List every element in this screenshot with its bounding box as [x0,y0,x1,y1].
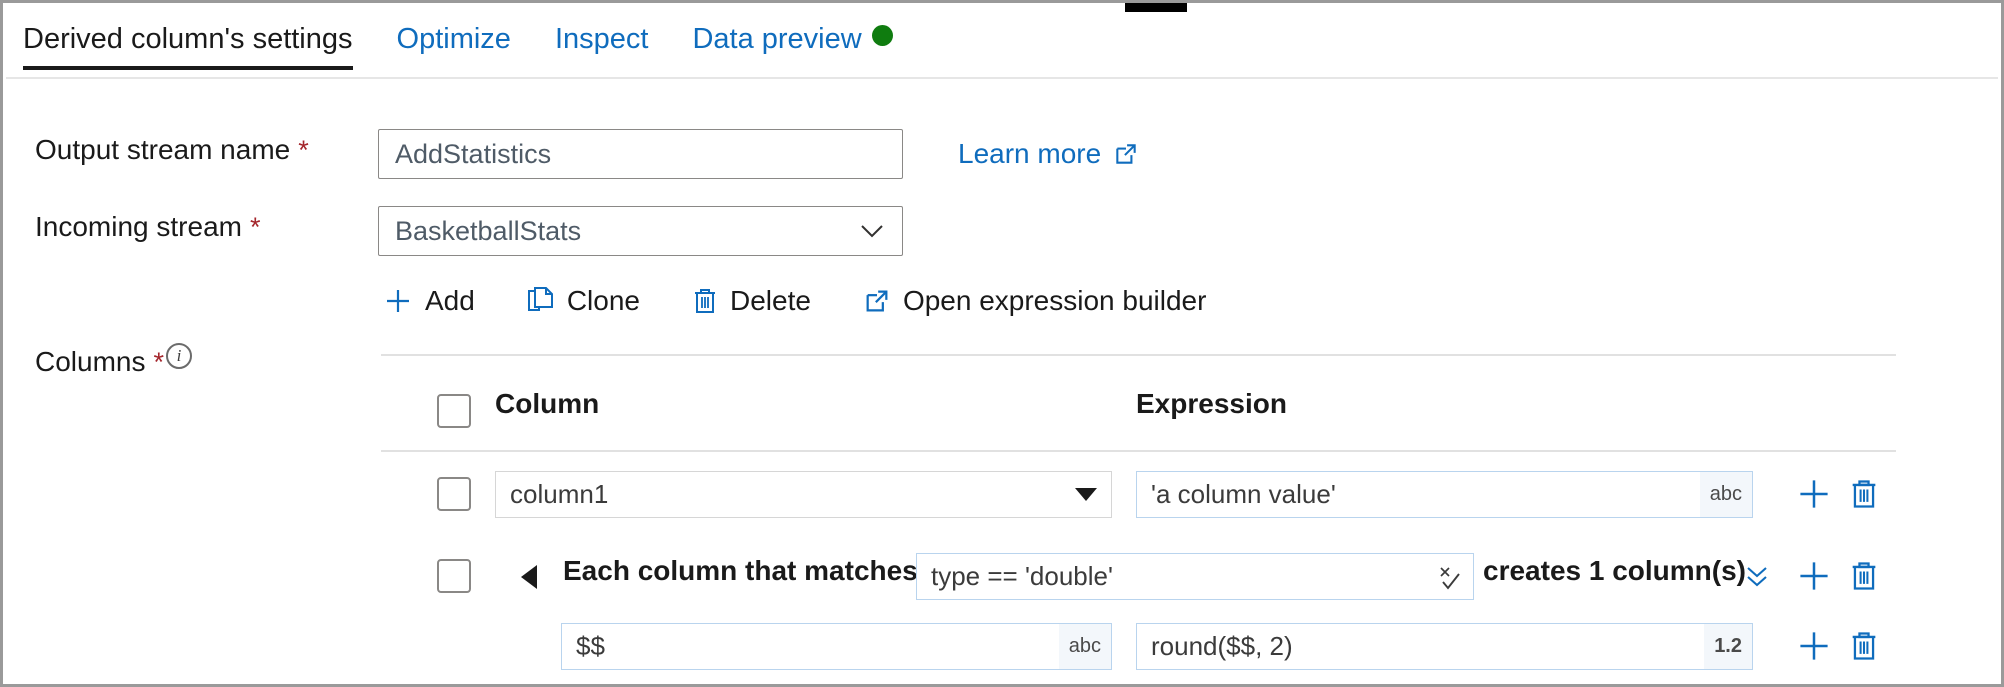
data-preview-status-dot [872,25,893,46]
column-name-select[interactable]: column1 [495,471,1112,518]
output-stream-name-input[interactable] [378,129,903,179]
pattern-match-input[interactable]: type == 'double' [916,553,1474,600]
caret-down-icon [1075,488,1097,501]
pattern-expression-input[interactable]: round($$, 2) 1.2 [1136,623,1753,670]
expression-type-badge: abc [1700,472,1752,517]
tab-label: Data preview [692,23,861,55]
required-asterisk: * [250,212,261,242]
pattern-match-value: type == 'double' [931,561,1437,592]
table-row-checkbox[interactable] [437,477,471,511]
chevron-down-icon [858,221,886,241]
column-name-value: column1 [510,479,1075,510]
column-header: Column [495,388,599,420]
incoming-stream-select[interactable]: BasketballStats [378,206,903,256]
learn-more-link[interactable]: Learn more [958,138,1139,170]
trash-icon [1849,477,1879,511]
add-label: Add [425,285,475,317]
trash-icon [692,286,718,316]
clone-label: Clone [567,285,640,317]
pattern-add-button[interactable] [1793,555,1835,597]
pattern-column-input[interactable]: $$ abc [561,623,1112,670]
columns-toolbar: Add Clone Delete [383,285,1258,317]
info-glyph: i [177,346,182,366]
x-check-icon [1437,563,1473,591]
tab-bar: Derived column's settings Optimize Inspe… [6,6,1998,79]
pattern-title: Each column that matches [563,555,918,587]
columns-label: Columns * [35,345,164,379]
pattern-column-value: $$ [576,631,1059,662]
delete-label: Delete [730,285,811,317]
trash-icon [1849,559,1879,593]
clone-button[interactable]: Clone [527,285,640,317]
label-text: Incoming stream [35,211,242,242]
pattern-column-type-badge: abc [1059,624,1111,669]
pattern-delete-button[interactable] [1843,555,1885,597]
table-header-divider [381,450,1896,452]
external-link-icon [1113,141,1139,167]
label-text: Output stream name [35,134,290,165]
output-stream-name-label: Output stream name * [35,133,309,167]
pattern-child-add-button[interactable] [1793,625,1835,667]
trash-icon [1849,629,1879,663]
tab-list: Derived column's settings Optimize Inspe… [23,22,915,70]
plus-icon [1797,629,1831,663]
info-icon[interactable]: i [166,343,192,369]
add-button[interactable]: Add [383,285,475,317]
tab-label: Derived column's settings [23,23,353,55]
learn-more-label: Learn more [958,138,1101,170]
select-all-checkbox[interactable] [437,394,471,428]
copy-icon [527,286,555,316]
creates-columns-label: creates 1 column(s) [1483,555,1746,587]
expression-value: 'a column value' [1151,479,1700,510]
chevron-double-down-icon [1742,563,1772,591]
derived-column-settings-panel: Derived column's settings Optimize Inspe… [0,0,2004,687]
pattern-child-delete-button[interactable] [1843,625,1885,667]
expression-header: Expression [1136,388,1287,420]
tab-inspect[interactable]: Inspect [533,22,671,70]
open-expression-builder-label: Open expression builder [903,285,1207,317]
tab-label: Inspect [555,23,649,55]
pattern-row-checkbox[interactable] [437,559,471,593]
collapse-triangle-icon[interactable] [521,565,537,589]
tab-derived-column-settings[interactable]: Derived column's settings [23,22,375,70]
tab-optimize[interactable]: Optimize [375,22,533,70]
tab-label: Optimize [397,23,511,55]
pattern-expression-type-badge: 1.2 [1704,624,1752,669]
plus-icon [1797,559,1831,593]
plus-icon [383,286,413,316]
incoming-stream-label: Incoming stream * [35,210,260,244]
incoming-stream-value: BasketballStats [395,216,581,247]
required-asterisk: * [298,135,309,165]
tab-data-preview[interactable]: Data preview [670,22,914,70]
row-add-button[interactable] [1793,473,1835,515]
row-delete-button[interactable] [1843,473,1885,515]
pattern-expand-chevron[interactable] [1738,557,1776,597]
table-top-divider [381,354,1896,356]
plus-icon [1797,477,1831,511]
required-asterisk: * [153,347,164,377]
pattern-expression-value: round($$, 2) [1151,631,1704,662]
label-text: Columns [35,346,145,377]
open-expression-builder-button[interactable]: Open expression builder [863,285,1207,317]
external-link-icon [863,287,891,315]
delete-button[interactable]: Delete [692,285,811,317]
expression-input[interactable]: 'a column value' abc [1136,471,1753,518]
